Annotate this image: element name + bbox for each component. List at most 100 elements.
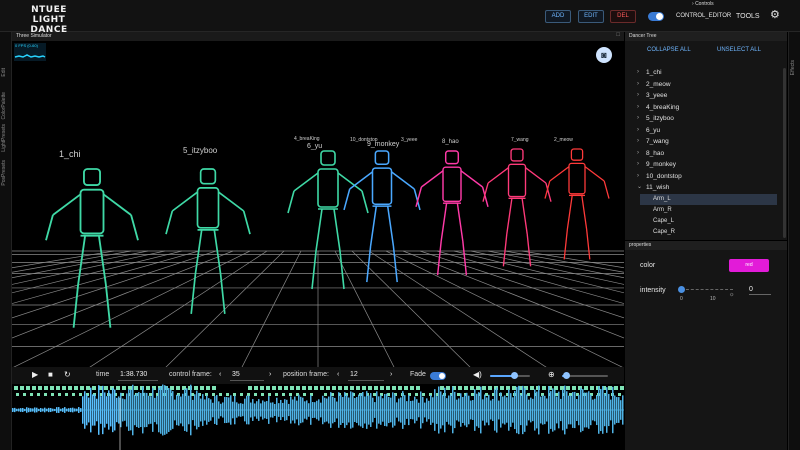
delete-button[interactable]: DEL — [610, 10, 636, 23]
time-input[interactable]: 1:38.730 — [118, 369, 158, 381]
control-marker — [458, 386, 462, 390]
dancer-figure[interactable] — [287, 150, 369, 290]
tools-menu[interactable]: TOOLS — [736, 13, 760, 20]
tree-item[interactable]: › 5_itzyboo — [625, 113, 783, 124]
chevron-left-icon[interactable]: ‹ — [219, 370, 221, 380]
maximize-icon[interactable]: □ — [616, 32, 620, 38]
control-marker — [590, 386, 594, 390]
waveform-timeline[interactable] — [12, 384, 624, 450]
add-button[interactable]: ADD — [545, 10, 571, 23]
tree-item[interactable]: › 7_wang — [625, 136, 783, 147]
position-marker — [79, 393, 82, 396]
stop-icon[interactable]: ■ — [48, 370, 53, 380]
dancer-arm — [481, 186, 489, 207]
controls-header[interactable]: › Controls — [692, 1, 714, 7]
tree-child-item[interactable]: Arm_L — [640, 194, 777, 205]
dancer-label: 3_yeee — [401, 137, 418, 143]
play-icon[interactable]: ▶ — [32, 370, 38, 380]
dancer-leg — [311, 250, 317, 290]
control-marker — [488, 386, 492, 390]
tab-edit[interactable]: Edit — [1, 68, 11, 77]
dancer-arm — [603, 180, 610, 199]
volume-knob[interactable] — [510, 372, 518, 379]
simulator-stage[interactable]: 0 FPS (0-60) ◙ 1_chi 5_itzyboo 4_breaKin… — [12, 41, 624, 367]
control-marker — [62, 386, 66, 390]
chevron-right-icon[interactable]: › — [390, 370, 392, 380]
dancer-figure[interactable] — [165, 168, 251, 314]
chevron-left-icon[interactable]: ‹ — [337, 370, 339, 380]
tree-child-item[interactable]: Cape_L — [640, 216, 777, 227]
dancer-figure[interactable] — [45, 168, 139, 328]
control-marker — [44, 386, 48, 390]
fade-label: Fade — [410, 371, 426, 378]
tree-child-item[interactable]: Cape_R — [640, 227, 777, 238]
control-marker — [266, 386, 270, 390]
intensity-slider[interactable] — [678, 286, 733, 293]
chevron-down-icon: ⌄ — [637, 184, 643, 190]
position-marker — [247, 393, 250, 396]
edit-button[interactable]: EDIT — [578, 10, 604, 23]
editor-mode-label: CONTROL_EDITOR — [676, 13, 732, 19]
tree-item[interactable]: › 10_dontstop — [625, 171, 783, 182]
tab-effects[interactable]: Effects — [790, 60, 800, 75]
position-marker — [37, 393, 40, 396]
control-marker — [176, 386, 180, 390]
dancer-leg — [440, 203, 448, 242]
volume-icon[interactable]: ◀) — [473, 370, 482, 380]
zoom-slider[interactable] — [562, 372, 608, 379]
tree-item[interactable]: › 6_yu — [625, 125, 783, 136]
tree-child-item[interactable]: Arm_R — [640, 205, 777, 216]
chevron-right-icon: › — [637, 138, 639, 144]
tree-item[interactable]: › 3_yeee — [625, 90, 783, 101]
tree-item-label: 5_itzyboo — [646, 115, 674, 122]
dancer-figure[interactable] — [482, 148, 552, 267]
intensity-input[interactable]: 0 — [749, 285, 771, 295]
control-marker — [326, 386, 330, 390]
collapse-all-button[interactable]: COLLAPSE ALL — [647, 47, 691, 53]
tree-scrollbar[interactable] — [783, 68, 786, 238]
gear-icon[interactable]: ⚙ — [770, 10, 780, 21]
dancer-arm — [242, 210, 251, 235]
control-marker — [344, 386, 348, 390]
dancer-leg — [386, 205, 395, 247]
control-marker — [50, 386, 54, 390]
zoom-icon[interactable]: ⊕ — [548, 370, 555, 380]
tab-pos-presets[interactable]: PosPresets — [1, 160, 11, 186]
control-frame-label: control frame: — [169, 371, 212, 378]
tab-color-palette[interactable]: ColorPalette — [1, 92, 11, 120]
control-marker — [68, 386, 72, 390]
tree-item[interactable]: › 1_chi — [625, 67, 783, 78]
chevron-right-icon: › — [637, 126, 639, 133]
tree-item[interactable]: › 8_hao — [625, 148, 783, 159]
refresh-icon[interactable]: ↻ — [64, 370, 71, 380]
dancer-figure[interactable] — [544, 148, 610, 260]
position-frame-input[interactable]: 12 — [348, 369, 384, 381]
dancer-arm — [171, 191, 199, 212]
zoom-knob[interactable] — [563, 372, 571, 379]
fade-toggle[interactable] — [430, 372, 446, 380]
unselect-all-button[interactable]: UNSELECT ALL — [717, 47, 761, 53]
dancer-label: 2_meow — [554, 137, 573, 143]
control-marker — [470, 386, 474, 390]
dancer-arm — [460, 170, 484, 188]
control-marker — [398, 386, 402, 390]
control-editor-toggle[interactable] — [648, 12, 664, 21]
intensity-knob[interactable] — [678, 286, 685, 293]
chevron-right-icon[interactable]: › — [269, 370, 271, 380]
volume-slider[interactable] — [490, 372, 530, 379]
dancer-leg — [456, 203, 464, 242]
camera-icon[interactable]: ◙ — [596, 47, 612, 63]
control-marker — [134, 386, 138, 390]
control-frame-input[interactable]: 35 — [230, 369, 264, 381]
tab-light-presets[interactable]: LightPresets — [1, 124, 11, 152]
dancer-arm — [584, 166, 605, 182]
color-picker[interactable]: red — [729, 259, 769, 272]
tree-item[interactable]: › 2_meow — [625, 79, 783, 90]
control-marker — [32, 386, 36, 390]
tree-item[interactable]: › 9_monkey — [625, 159, 783, 170]
tree-item[interactable]: › 4_breaKing — [625, 102, 783, 113]
control-marker — [272, 386, 276, 390]
position-marker — [415, 393, 418, 396]
tree-item[interactable]: ⌄ 11_wish — [625, 182, 783, 193]
dancer-leg — [333, 208, 341, 252]
